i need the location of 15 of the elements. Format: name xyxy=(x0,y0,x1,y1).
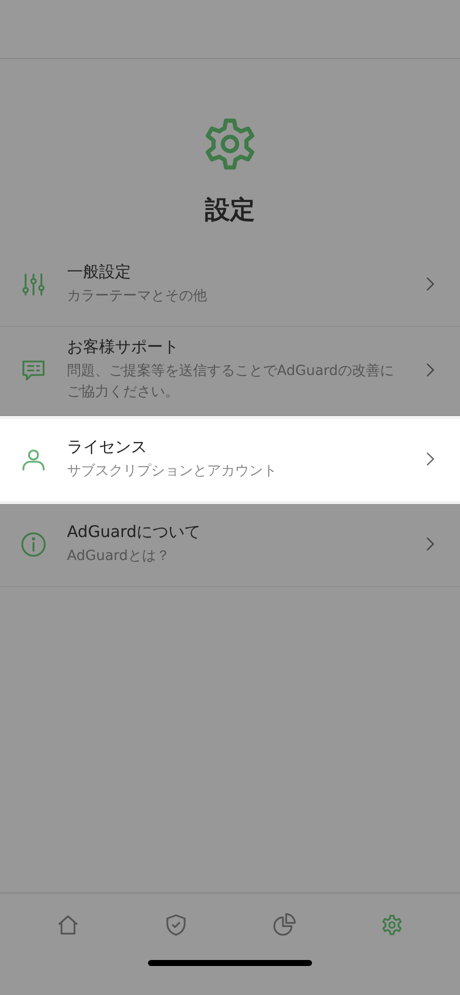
row-subtitle: カラーテーマとその他 xyxy=(67,286,208,306)
row-subtitle: AdGuardとは？ xyxy=(67,546,171,566)
page-title: 設定 xyxy=(205,194,255,226)
row-title: AdGuardについて xyxy=(67,522,202,542)
info-icon xyxy=(20,530,47,558)
sliders-icon xyxy=(20,270,47,298)
row-title: お客様サポート xyxy=(67,337,180,358)
settings-row[interactable]: 一般設定 カラーテーマとその他 xyxy=(0,244,460,327)
pie-chart-icon xyxy=(271,912,297,938)
settings-row[interactable]: ライセンス サブスクリプションとアカウント xyxy=(0,416,460,504)
row-subtitle: 問題、ご提案等を送信することでAdGuardの改善にご協力ください。 xyxy=(67,362,395,402)
row-title: ライセンス xyxy=(67,436,148,458)
row-title: 一般設定 xyxy=(67,262,132,282)
row-subtitle: サブスクリプションとアカウント xyxy=(67,462,278,480)
settings-row[interactable]: AdGuardについて AdGuardとは？ xyxy=(0,504,460,587)
